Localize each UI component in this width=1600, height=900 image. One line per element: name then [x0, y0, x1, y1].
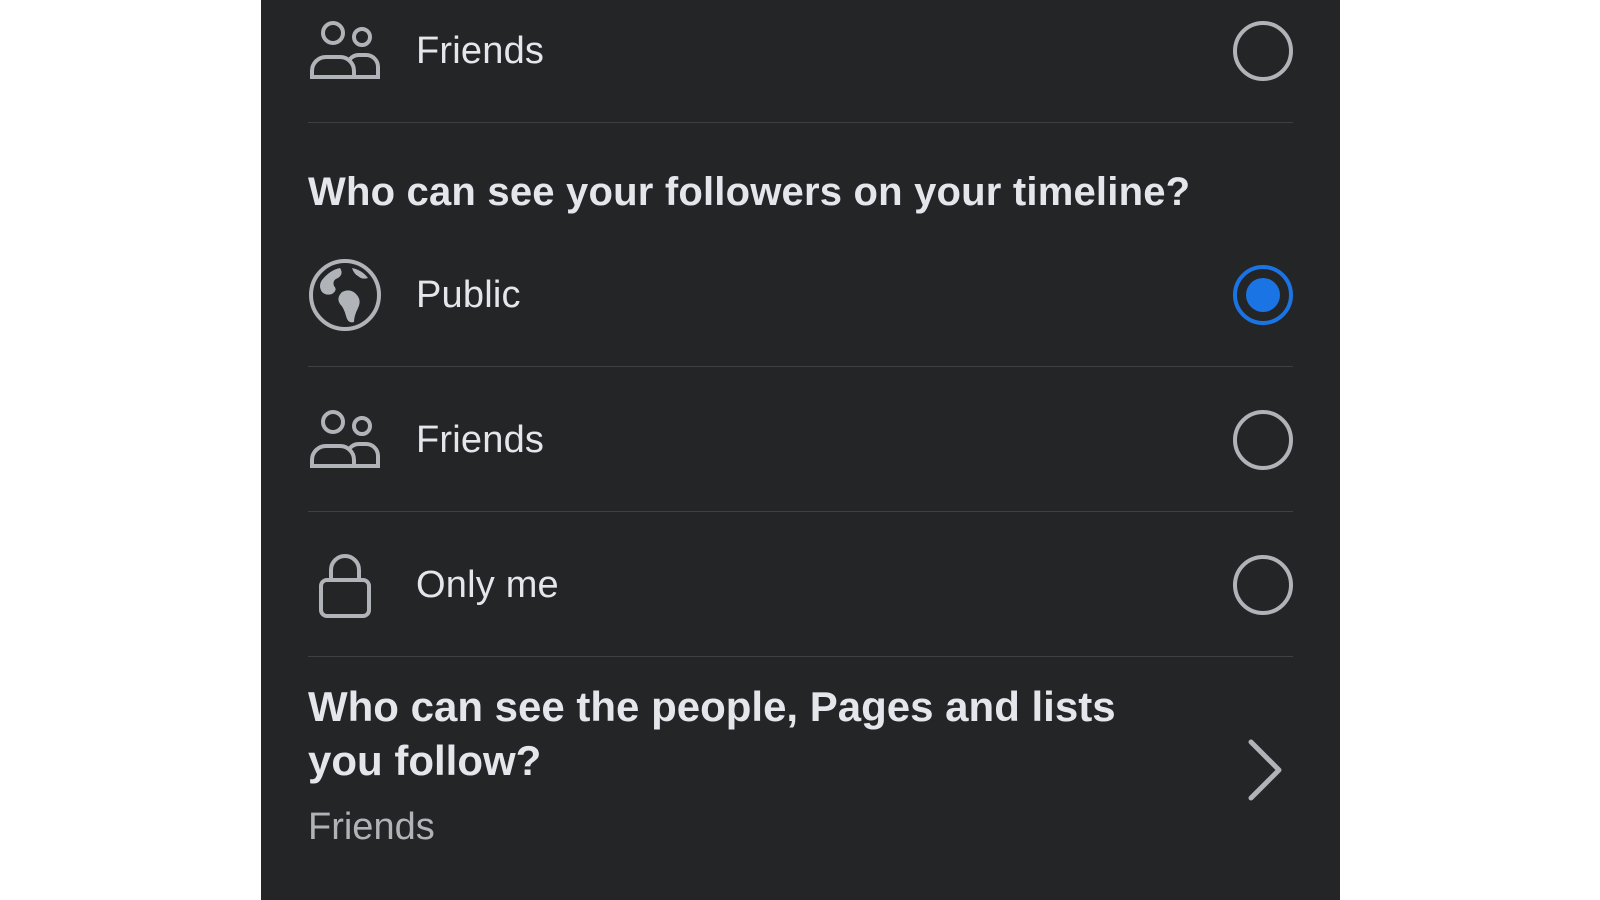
following-visibility-setting[interactable]: Who can see the people, Pages and lists … — [308, 680, 1293, 860]
radio-friends[interactable] — [1233, 410, 1293, 470]
followers-section-heading: Who can see your followers on your timel… — [308, 170, 1191, 214]
radio-public-selected[interactable] — [1233, 265, 1293, 325]
option-label: Friends — [416, 29, 545, 72]
divider — [308, 511, 1293, 512]
divider — [308, 122, 1293, 123]
divider — [308, 366, 1293, 367]
followers-option-friends[interactable]: Friends — [308, 403, 1293, 477]
privacy-settings-panel: Friends Who can see your followers on yo… — [261, 0, 1340, 900]
divider — [308, 656, 1293, 657]
friends-icon — [308, 403, 382, 477]
option-label: Friends — [416, 418, 545, 461]
globe-icon — [308, 258, 382, 332]
lock-icon — [308, 548, 382, 622]
friends-icon — [308, 14, 382, 88]
option-label: Public — [416, 273, 521, 316]
followers-option-only-me[interactable]: Only me — [308, 548, 1293, 622]
audience-option-friends-top[interactable]: Friends — [308, 14, 1293, 88]
following-setting-value: Friends — [308, 806, 435, 848]
radio-friends-top[interactable] — [1233, 21, 1293, 81]
followers-option-public[interactable]: Public — [308, 258, 1293, 332]
radio-only-me[interactable] — [1233, 555, 1293, 615]
option-label: Only me — [416, 563, 559, 606]
chevron-right-icon — [1248, 739, 1282, 801]
following-setting-title: Who can see the people, Pages and lists … — [308, 683, 1116, 784]
radio-selected-dot — [1246, 278, 1280, 312]
